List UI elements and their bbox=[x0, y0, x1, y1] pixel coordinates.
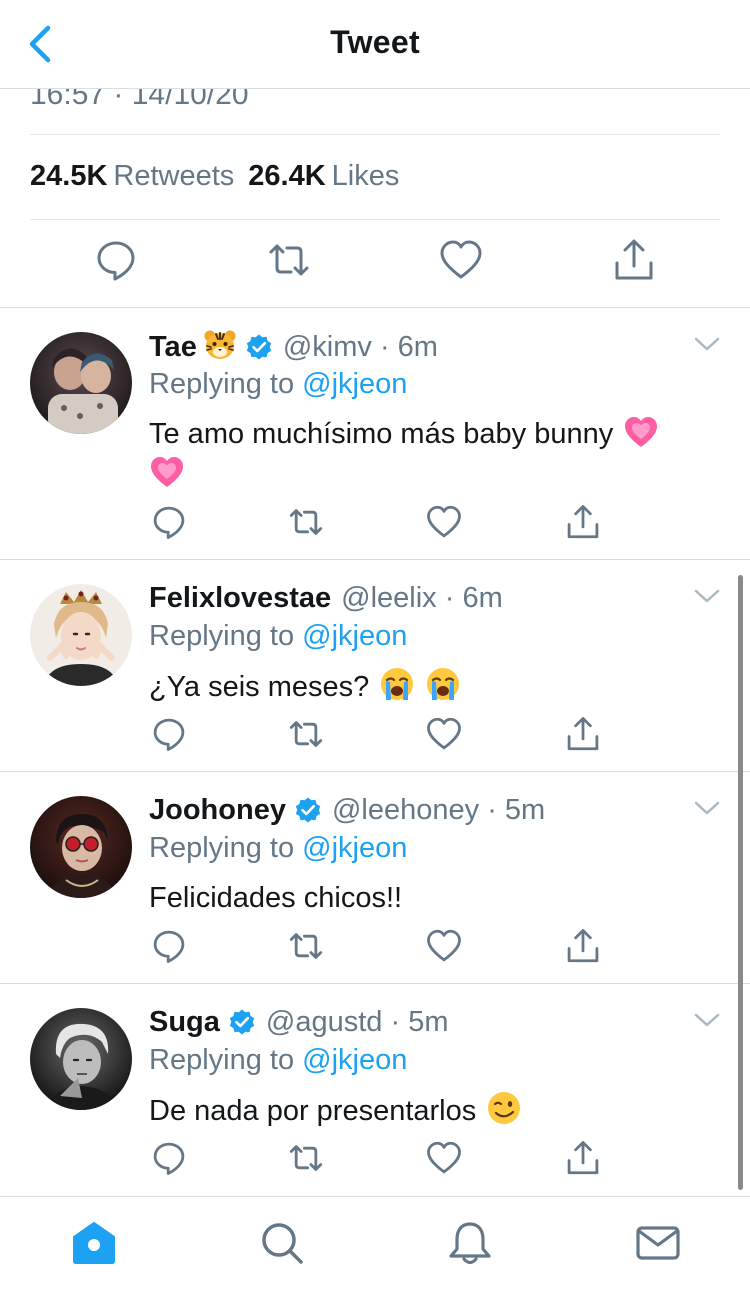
retweet-icon[interactable] bbox=[288, 716, 324, 752]
search-icon[interactable] bbox=[258, 1219, 306, 1267]
reply-tweet[interactable]: Tae @kimv · 6m Replying to @jkjeon Te amo… bbox=[0, 308, 750, 539]
like-heart-icon[interactable] bbox=[426, 1140, 462, 1176]
mention-link[interactable]: @jkjeon bbox=[302, 620, 407, 652]
reply-tweet[interactable]: Suga @agustd · 5m Replying to @jkjeon De … bbox=[0, 984, 750, 1196]
retweets-label[interactable]: Retweets bbox=[113, 160, 234, 192]
verified-badge-icon bbox=[245, 333, 273, 361]
verified-badge-icon bbox=[228, 1008, 256, 1036]
mention-link[interactable]: @jkjeon bbox=[302, 1044, 407, 1076]
growing-heart-emoji-icon bbox=[149, 455, 185, 489]
tweet-stats: 24.5K Retweets 26.4K Likes bbox=[30, 160, 413, 193]
reply-tweet[interactable]: Joohoney @leehoney · 5m Replying to @jkje… bbox=[0, 772, 750, 984]
reply-header: Tae @kimv · 6m bbox=[149, 328, 438, 365]
loudly-crying-face-emoji-icon bbox=[379, 666, 415, 702]
chevron-down-icon[interactable] bbox=[694, 800, 720, 816]
verified-badge-icon bbox=[294, 796, 322, 824]
home-icon[interactable] bbox=[70, 1219, 118, 1267]
mail-icon[interactable] bbox=[634, 1219, 682, 1267]
replying-to-label: Replying to bbox=[149, 1044, 295, 1076]
retweet-icon[interactable] bbox=[288, 504, 324, 540]
display-name[interactable]: Suga bbox=[149, 1006, 220, 1038]
scrollbar[interactable] bbox=[738, 575, 743, 1190]
reply-text-content: Felicidades chicos!! bbox=[149, 882, 403, 914]
reply-text: ¿Ya seis meses? bbox=[149, 666, 709, 707]
reply-text: De nada por presentarlos bbox=[149, 1090, 709, 1131]
display-name[interactable]: Joohoney bbox=[149, 794, 286, 826]
page-title: Tweet bbox=[330, 24, 420, 60]
replying-to: Replying to @jkjeon bbox=[149, 1042, 407, 1078]
share-icon[interactable] bbox=[612, 238, 656, 282]
avatar[interactable] bbox=[30, 332, 132, 434]
loudly-crying-face-emoji-icon bbox=[425, 666, 461, 702]
share-icon[interactable] bbox=[565, 716, 601, 752]
bell-icon[interactable] bbox=[446, 1219, 494, 1267]
reply-text: Te amo muchísimo más baby bunny bbox=[149, 414, 709, 494]
reply-header: Felixlovestae @leelix · 6m bbox=[149, 580, 503, 616]
bottom-tab-bar bbox=[0, 1196, 750, 1295]
likes-label[interactable]: Likes bbox=[332, 160, 400, 192]
reply-time: · 6m bbox=[379, 331, 438, 363]
user-handle[interactable]: @leehoney bbox=[332, 794, 479, 826]
user-handle[interactable]: @agustd bbox=[266, 1006, 383, 1038]
share-icon[interactable] bbox=[565, 928, 601, 964]
retweet-icon[interactable] bbox=[288, 1140, 324, 1176]
reply-time: · 5m bbox=[390, 1006, 449, 1038]
tweet-detail: 16:57 · 14/10/20 24.5K Retweets 26.4K Likes bbox=[0, 88, 750, 308]
reply-icon[interactable] bbox=[94, 238, 138, 282]
reply-icon[interactable] bbox=[151, 1140, 187, 1176]
like-heart-icon[interactable] bbox=[439, 238, 483, 282]
chevron-down-icon[interactable] bbox=[694, 1012, 720, 1028]
user-handle[interactable]: @leelix bbox=[341, 582, 437, 614]
divider bbox=[30, 219, 720, 220]
likes-count[interactable]: 26.4K bbox=[248, 160, 325, 192]
avatar[interactable] bbox=[30, 796, 132, 898]
mention-link[interactable]: @jkjeon bbox=[302, 832, 407, 864]
like-heart-icon[interactable] bbox=[426, 928, 462, 964]
replying-to-label: Replying to bbox=[149, 620, 295, 652]
tweet-timestamp: 16:57 · 14/10/20 bbox=[30, 88, 249, 111]
replying-to: Replying to @jkjeon bbox=[149, 366, 407, 402]
like-heart-icon[interactable] bbox=[426, 504, 462, 540]
reply-tweet[interactable]: Felixlovestae @leelix · 6m Replying to @j… bbox=[0, 560, 750, 772]
tweet-action-bar bbox=[0, 238, 750, 288]
user-handle[interactable]: @kimv bbox=[283, 331, 372, 363]
reply-text: Felicidades chicos!! bbox=[149, 878, 709, 918]
reply-header: Suga @agustd · 5m bbox=[149, 1004, 448, 1040]
display-name[interactable]: Felixlovestae bbox=[149, 582, 331, 614]
reply-icon[interactable] bbox=[151, 504, 187, 540]
reply-icon[interactable] bbox=[151, 716, 187, 752]
reply-text-content: ¿Ya seis meses? bbox=[149, 671, 370, 703]
reply-text-content: Te amo muchísimo más baby bunny bbox=[149, 418, 614, 450]
reply-header: Joohoney @leehoney · 5m bbox=[149, 792, 545, 828]
growing-heart-emoji-icon bbox=[623, 415, 659, 449]
reply-action-bar bbox=[149, 1140, 619, 1180]
chevron-down-icon[interactable] bbox=[694, 588, 720, 604]
replying-to-label: Replying to bbox=[149, 368, 295, 400]
winking-face-emoji-icon bbox=[486, 1090, 522, 1126]
share-icon[interactable] bbox=[565, 504, 601, 540]
replying-to: Replying to @jkjeon bbox=[149, 618, 407, 654]
reply-time: · 6m bbox=[444, 582, 503, 614]
reply-action-bar bbox=[149, 928, 619, 968]
replying-to-label: Replying to bbox=[149, 832, 295, 864]
reply-action-bar bbox=[149, 716, 619, 756]
like-heart-icon[interactable] bbox=[426, 716, 462, 752]
reply-icon[interactable] bbox=[151, 928, 187, 964]
retweet-icon[interactable] bbox=[267, 238, 311, 282]
mention-link[interactable]: @jkjeon bbox=[302, 368, 407, 400]
reply-time: · 5m bbox=[487, 794, 546, 826]
retweets-count[interactable]: 24.5K bbox=[30, 160, 107, 192]
reply-text-content: De nada por presentarlos bbox=[149, 1095, 477, 1127]
avatar[interactable] bbox=[30, 584, 132, 686]
retweet-icon[interactable] bbox=[288, 928, 324, 964]
replying-to: Replying to @jkjeon bbox=[149, 830, 407, 866]
tiger-face-emoji-icon bbox=[203, 328, 237, 360]
chevron-down-icon[interactable] bbox=[694, 336, 720, 352]
display-name[interactable]: Tae bbox=[149, 331, 197, 363]
share-icon[interactable] bbox=[565, 1140, 601, 1176]
top-nav-bar: Tweet bbox=[0, 0, 750, 89]
avatar[interactable] bbox=[30, 1008, 132, 1110]
reply-action-bar bbox=[149, 504, 619, 544]
divider bbox=[30, 134, 720, 135]
